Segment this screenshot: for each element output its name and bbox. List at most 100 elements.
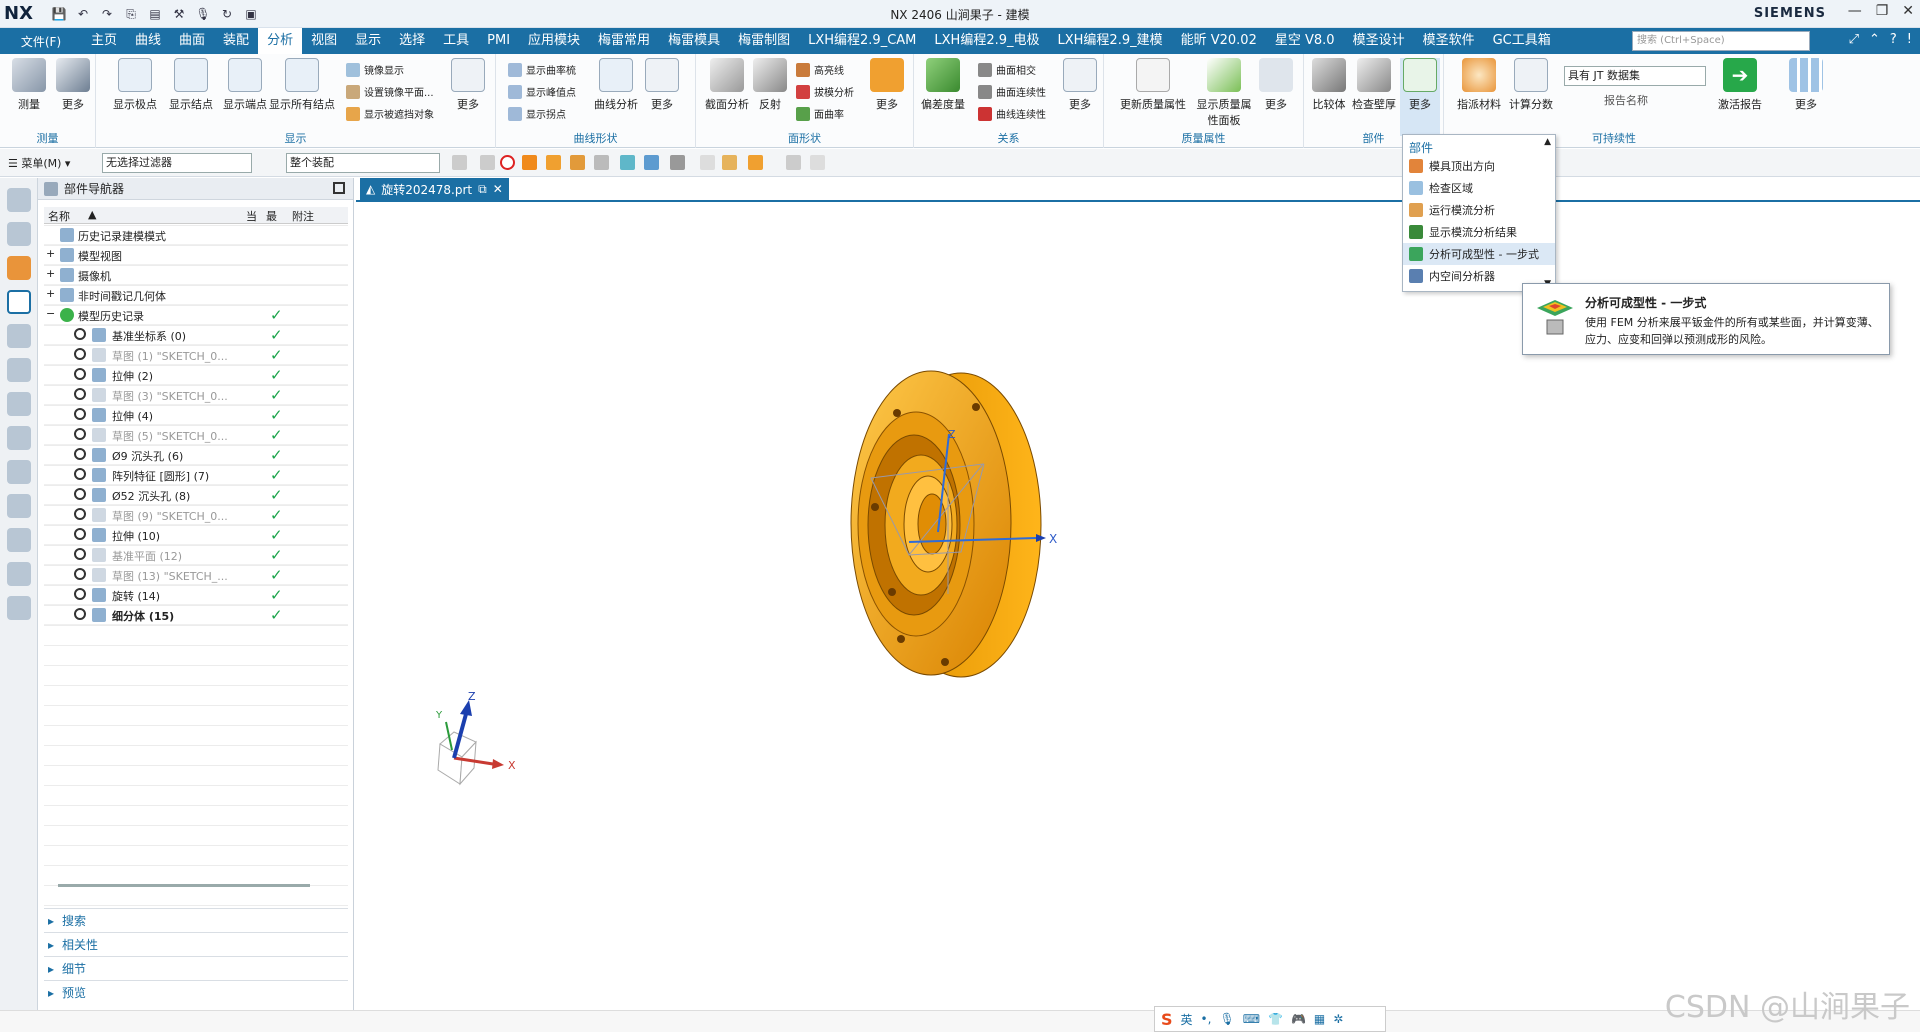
navigator-row[interactable]: 基准平面 (12) ✓ (44, 545, 348, 565)
menu-tab-0[interactable]: 主页 (82, 28, 126, 54)
measure-button[interactable]: 测量 (4, 58, 54, 112)
navigator-row[interactable]: 草图 (13) "SKETCH_... ✓ (44, 565, 348, 585)
menu-tab-2[interactable]: 曲面 (170, 28, 214, 54)
reuse-library-icon[interactable] (6, 324, 31, 348)
navigator-row[interactable]: 草图 (5) "SKETCH_0... ✓ (44, 425, 348, 445)
navigator-row[interactable]: 拉伸 (4) ✓ (44, 405, 348, 425)
history-icon[interactable] (6, 426, 31, 450)
menu-tab-6[interactable]: 显示 (346, 28, 390, 54)
dropdown-item-1[interactable]: 检查区域 (1403, 177, 1555, 199)
no-entry-icon[interactable] (500, 155, 515, 170)
curve-continuity-button[interactable]: 曲线连续性 (978, 106, 1046, 121)
menu-tab-13[interactable]: 梅雷制图 (729, 28, 799, 54)
settings-icon[interactable] (6, 188, 31, 212)
visible-eye-icon[interactable] (74, 608, 86, 620)
inflection-button[interactable]: 显示拐点 (508, 106, 566, 121)
navigator-row[interactable]: 草图 (1) "SKETCH_0... ✓ (44, 345, 348, 365)
menu-tab-18[interactable]: 星空 V8.0 (1266, 28, 1344, 54)
menu-tab-1[interactable]: 曲线 (126, 28, 170, 54)
expand-toggle-icon[interactable]: + (46, 247, 55, 260)
cube-icon[interactable] (786, 155, 801, 170)
hidden-eye-icon[interactable] (74, 348, 86, 360)
ime-microphone-icon[interactable]: 🎙 (1219, 1012, 1234, 1026)
menu-tab-7[interactable]: 选择 (390, 28, 434, 54)
menu-tab-21[interactable]: GC工具箱 (1484, 28, 1560, 54)
column-latest[interactable]: 最 (266, 208, 277, 224)
ime-toolbar[interactable]: S 英 •, 🎙 ⌨ 👕 🎮 ▦ ✲ (1154, 1006, 1386, 1032)
solid-icon[interactable] (594, 155, 609, 170)
keyboard-icon[interactable]: ⌨ (1243, 1012, 1260, 1026)
curve-more-button[interactable]: 更多 (642, 58, 682, 112)
dropdown-item-4[interactable]: 分析可成型性 - 一步式 (1403, 243, 1555, 265)
navigator-row[interactable]: + 模型视图 (44, 245, 348, 265)
menu-tab-17[interactable]: 能昕 V20.02 (1172, 28, 1266, 54)
sustainability-more-button[interactable]: 更多 (1784, 58, 1828, 112)
visible-eye-icon[interactable] (74, 488, 86, 500)
menu-tab-15[interactable]: LXH编程2.9_电极 (925, 28, 1048, 54)
compare-bodies-button[interactable]: 比较体 (1306, 58, 1352, 112)
menu-tab-19[interactable]: 模圣设计 (1344, 28, 1414, 54)
face-more-button[interactable]: 更多 (866, 58, 908, 112)
dropdown-item-0[interactable]: 模具顶出方向 (1403, 155, 1555, 177)
constraint-navigator-icon[interactable] (6, 256, 31, 280)
filter-icon[interactable] (480, 155, 495, 170)
apps-icon[interactable]: ▦ (1314, 1012, 1325, 1026)
menu-tab-14[interactable]: LXH编程2.9_CAM (799, 28, 925, 54)
draft-analysis-button[interactable]: 拔模分析 (796, 84, 854, 99)
navigator-row[interactable]: 阵列特征 [圆形] (7) ✓ (44, 465, 348, 485)
menu-tab-5[interactable]: 视图 (302, 28, 346, 54)
menu-tab-16[interactable]: LXH编程2.9_建模 (1049, 28, 1172, 54)
minimize-button[interactable]: — (1848, 3, 1862, 19)
navigator-section-0[interactable]: 搜索 (44, 908, 348, 932)
curvature-comb-button[interactable]: 显示曲率梳 (508, 62, 576, 77)
tools-panel-icon[interactable] (6, 528, 31, 552)
roles-icon[interactable] (6, 460, 31, 484)
help-icon[interactable]: ? (1890, 32, 1897, 47)
feature-icon[interactable] (570, 155, 585, 170)
select-icon[interactable] (452, 155, 467, 170)
assign-material-button[interactable]: 指派材料 (1454, 58, 1504, 112)
copy-icon[interactable]: ⎘ (122, 5, 140, 23)
mass-more-button[interactable]: 更多 (1254, 58, 1298, 112)
ime-language[interactable]: 英 (1181, 1011, 1193, 1028)
save-icon[interactable]: 💾 (50, 5, 68, 23)
navigator-row[interactable]: − 模型历史记录 ✓ (44, 305, 348, 325)
command-search-input[interactable]: 搜索 (Ctrl+Space) (1632, 31, 1810, 51)
window-icon[interactable]: ▣ (242, 5, 260, 23)
scroll-up-icon[interactable]: ▲ (1544, 137, 1551, 147)
hidden-eye-icon[interactable] (74, 508, 86, 520)
activate-report-button[interactable]: ➔ 激活报告 (1712, 58, 1768, 112)
skin-icon[interactable]: 👕 (1268, 1012, 1283, 1026)
repeat-icon[interactable]: ↻ (218, 5, 236, 23)
display-more-button[interactable]: 更多 (448, 58, 488, 112)
point-icon[interactable] (644, 155, 659, 170)
punctuation-icon[interactable]: •, (1201, 1012, 1212, 1026)
view-icon[interactable] (700, 155, 715, 170)
jt-dataset-select[interactable]: 具有 JT 数据集 (1564, 66, 1706, 86)
expand-toggle-icon[interactable]: − (46, 307, 55, 320)
close-button[interactable]: ✕ (1902, 3, 1914, 19)
menu-tab-11[interactable]: 梅雷常用 (589, 28, 659, 54)
menu-tab-8[interactable]: 工具 (434, 28, 478, 54)
show-hidden-objects-button[interactable]: 显示被遮挡对象 (346, 106, 434, 121)
visible-eye-icon[interactable] (74, 448, 86, 460)
navigator-row[interactable]: + 非时间戳记几何体 (44, 285, 348, 305)
alert-icon[interactable]: ! (1907, 32, 1912, 47)
sogou-icon[interactable]: S (1161, 1010, 1173, 1029)
hidden-eye-icon[interactable] (74, 388, 86, 400)
navigator-section-3[interactable]: 预览 (44, 980, 348, 1004)
measure-more-button[interactable]: 更多 (48, 58, 98, 112)
file-menu[interactable]: 文件(F) (0, 33, 82, 50)
column-notes[interactable]: 附注 (292, 208, 314, 224)
deviation-gauge-button[interactable]: 偏差度量 (918, 58, 968, 112)
peak-points-button[interactable]: 显示峰值点 (508, 84, 576, 99)
navigator-row[interactable]: 草图 (9) "SKETCH_0... ✓ (44, 505, 348, 525)
mirror-display-button[interactable]: 镜像显示 (346, 62, 404, 77)
web-browser-icon[interactable] (6, 392, 31, 416)
body-icon[interactable] (522, 155, 537, 170)
menu-tab-10[interactable]: 应用模块 (519, 28, 589, 54)
game-icon[interactable]: 🎮 (1291, 1012, 1306, 1026)
section-analysis-button[interactable]: 截面分析 (700, 58, 754, 112)
clock-icon[interactable] (6, 494, 31, 518)
part-more-button[interactable]: 更多 (1400, 58, 1440, 136)
